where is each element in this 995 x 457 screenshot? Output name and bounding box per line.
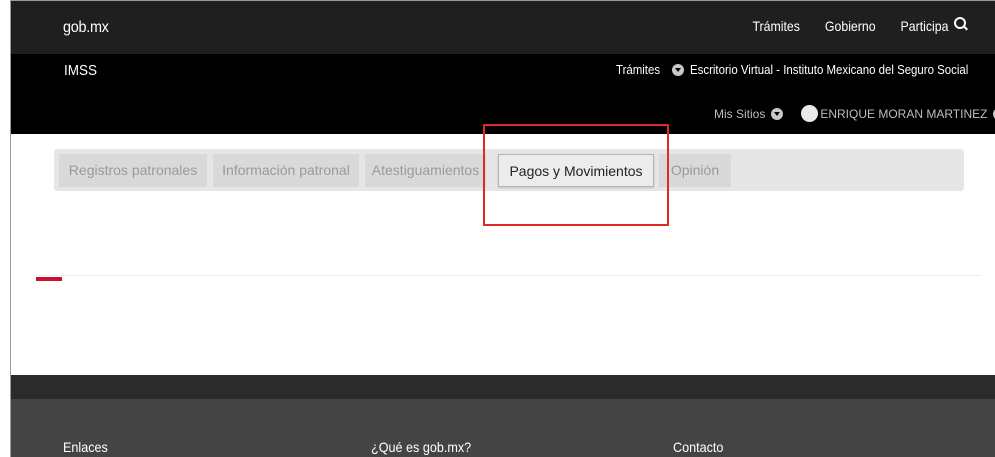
nav-participa[interactable]: Participa [900,18,948,34]
tab-atestiguamientos[interactable]: Atestiguamientos [365,154,486,187]
brand-logo[interactable]: gob.mx [63,19,109,37]
highlight-box [483,124,669,226]
avatar[interactable] [801,105,819,122]
escritorio-virtual-link[interactable]: Escritorio Virtual - Instituto Mexicano … [690,62,968,77]
tab-opinion[interactable]: Opinión [659,154,731,187]
mis-sitios-menu[interactable]: Mis Sitios [714,107,765,121]
footer-top-strip [11,375,995,399]
nav-gobierno[interactable]: Gobierno [825,18,876,34]
footer-enlaces[interactable]: Enlaces [63,439,108,455]
institution-title[interactable]: IMSS [64,62,97,79]
top-nav: Trámites Gobierno Participa [728,18,948,34]
footer: Enlaces ¿Qué es gob.mx? Contacto [11,399,995,457]
divider [36,275,982,276]
footer-contacto[interactable]: Contacto [673,439,723,455]
section-accent [36,277,62,281]
chevron-down-icon[interactable] [771,107,784,120]
tramites-menu[interactable]: Trámites [616,62,660,77]
tab-registros-patronales[interactable]: Registros patronales [59,154,207,187]
nav-tramites[interactable]: Trámites [752,18,799,34]
user-name[interactable]: ENRIQUE MORAN MARTINEZ [820,107,987,121]
search-icon[interactable] [954,17,968,31]
chevron-down-icon[interactable] [672,63,685,76]
institution-bar: IMSS Trámites Escritorio Virtual - Insti… [11,54,995,134]
top-bar: gob.mx Trámites Gobierno Participa [11,1,995,54]
sub-nav: Trámites Escritorio Virtual - Instituto … [616,62,995,77]
footer-que-es[interactable]: ¿Qué es gob.mx? [371,439,471,455]
tab-informacion-patronal[interactable]: Información patronal [213,154,359,187]
page-frame: gob.mx Trámites Gobierno Participa IMSS … [10,0,995,457]
user-menu-area: Mis Sitios ENRIQUE MORAN MARTINEZ [714,105,995,122]
